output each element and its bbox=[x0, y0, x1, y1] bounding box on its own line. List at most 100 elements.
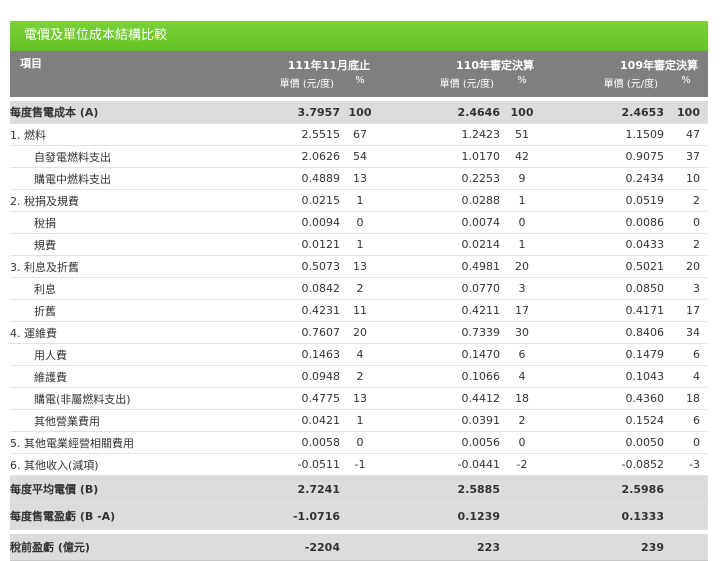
row-label: 3. 利息及折舊 bbox=[10, 255, 220, 278]
row-label: 用人費 bbox=[10, 343, 220, 366]
unit-price-cell: 0.9075 bbox=[544, 145, 664, 168]
percent-cell: 18 bbox=[664, 387, 708, 410]
percent-cell: 10 bbox=[664, 167, 708, 190]
percent-cell: 11 bbox=[340, 299, 380, 322]
row-label: 4. 運維費 bbox=[10, 321, 220, 344]
unit-price-cell: 0.4171 bbox=[544, 299, 664, 322]
unit-price-cell: 0.1066 bbox=[380, 365, 500, 388]
cost-comparison-table: 項目 111年11月底止 110年審定決算 109年審定決算 單價 (元/度) … bbox=[10, 51, 708, 561]
percent-cell: 4 bbox=[664, 365, 708, 388]
percent-cell: 54 bbox=[340, 145, 380, 168]
row-label: 每度售電成本 (A) bbox=[10, 101, 220, 124]
percent-cell: 4 bbox=[500, 365, 544, 388]
summary-row: 每度平均電價 (B) 2.7241 2.5885 2.5986 bbox=[10, 475, 708, 503]
summary-row: 稅前盈虧 (億元) -2204 223 239 bbox=[10, 534, 708, 561]
unit-price-cell: 2.5885 bbox=[380, 475, 500, 503]
row-label: 維護費 bbox=[10, 365, 220, 388]
unit-price-cell: 0.0948 bbox=[220, 365, 340, 388]
unit-price-cell: 0.1333 bbox=[544, 502, 664, 530]
percent-cell: 37 bbox=[664, 145, 708, 168]
percent-cell: 2 bbox=[500, 409, 544, 432]
row-label: 利息 bbox=[10, 277, 220, 300]
percent-cell: 30 bbox=[500, 321, 544, 344]
row-label: 自發電燃料支出 bbox=[10, 145, 220, 168]
percent-cell bbox=[340, 502, 380, 530]
unit-price-cell: 0.0433 bbox=[544, 233, 664, 256]
table-row: 購電中燃料支出 0.4889 13 0.2253 9 0.2434 10 bbox=[10, 167, 708, 190]
unit-price-cell: 0.0770 bbox=[380, 277, 500, 300]
percent-cell: 17 bbox=[500, 299, 544, 322]
unit-price-cell: 0.4231 bbox=[220, 299, 340, 322]
price-unit-header: 單價 (元/度) bbox=[544, 75, 664, 97]
unit-price-cell: 0.1470 bbox=[380, 343, 500, 366]
unit-price-cell: 0.2253 bbox=[380, 167, 500, 190]
percent-cell: 3 bbox=[664, 277, 708, 300]
unit-price-cell: 0.1043 bbox=[544, 365, 664, 388]
year-header-110: 110年審定決算 bbox=[380, 51, 544, 75]
unit-price-cell: 0.0850 bbox=[544, 277, 664, 300]
unit-price-cell: 0.0288 bbox=[380, 189, 500, 212]
table-row: 購電(非屬燃料支出) 0.4775 13 0.4412 18 0.4360 18 bbox=[10, 387, 708, 410]
unit-price-cell: 223 bbox=[380, 534, 500, 561]
percent-cell bbox=[500, 534, 544, 561]
unit-price-cell: 1.0170 bbox=[380, 145, 500, 168]
unit-price-cell: -2204 bbox=[220, 534, 340, 561]
unit-price-cell: 0.2434 bbox=[544, 167, 664, 190]
percent-cell: 1 bbox=[340, 409, 380, 432]
unit-price-cell: 0.0058 bbox=[220, 431, 340, 454]
row-label: 稅前盈虧 (億元) bbox=[10, 534, 220, 561]
percent-cell: 20 bbox=[664, 255, 708, 278]
unit-price-cell: -0.0511 bbox=[220, 453, 340, 476]
price-unit-header: 單價 (元/度) bbox=[380, 75, 500, 97]
percent-cell: 6 bbox=[664, 343, 708, 366]
unit-price-cell: 0.1239 bbox=[380, 502, 500, 530]
table-row: 4. 運維費 0.7607 20 0.7339 30 0.8406 34 bbox=[10, 321, 708, 344]
unit-price-cell: 0.0842 bbox=[220, 277, 340, 300]
unit-price-cell: 0.5021 bbox=[544, 255, 664, 278]
percent-cell: 0 bbox=[664, 211, 708, 234]
table-row: 2. 稅捐及規費 0.0215 1 0.0288 1 0.0519 2 bbox=[10, 189, 708, 212]
unit-price-cell: 2.5515 bbox=[220, 123, 340, 146]
percent-cell: 17 bbox=[664, 299, 708, 322]
percent-cell bbox=[340, 475, 380, 503]
unit-price-cell: 0.4889 bbox=[220, 167, 340, 190]
row-label: 購電(非屬燃料支出) bbox=[10, 387, 220, 410]
unit-price-cell: 0.7339 bbox=[380, 321, 500, 344]
percent-cell: 100 bbox=[664, 101, 708, 124]
row-label: 每度平均電價 (B) bbox=[10, 475, 220, 503]
pct-header: % bbox=[664, 75, 708, 97]
percent-cell: 2 bbox=[664, 189, 708, 212]
unit-price-cell: 1.2423 bbox=[380, 123, 500, 146]
unit-price-cell: 0.4981 bbox=[380, 255, 500, 278]
unit-price-cell: 0.0421 bbox=[220, 409, 340, 432]
percent-cell bbox=[500, 475, 544, 503]
unit-price-cell: 0.5073 bbox=[220, 255, 340, 278]
percent-cell: 20 bbox=[500, 255, 544, 278]
percent-cell bbox=[664, 475, 708, 503]
percent-cell: 9 bbox=[500, 167, 544, 190]
percent-cell: 2 bbox=[340, 277, 380, 300]
row-label: 1. 燃料 bbox=[10, 123, 220, 146]
percent-cell: 3 bbox=[500, 277, 544, 300]
percent-cell: 0 bbox=[664, 431, 708, 454]
percent-cell: 0 bbox=[340, 431, 380, 454]
table-row: 用人費 0.1463 4 0.1470 6 0.1479 6 bbox=[10, 343, 708, 366]
table-row: 利息 0.0842 2 0.0770 3 0.0850 3 bbox=[10, 277, 708, 300]
unit-price-cell: 0.8406 bbox=[544, 321, 664, 344]
unit-price-cell: 0.4211 bbox=[380, 299, 500, 322]
table-row: 維護費 0.0948 2 0.1066 4 0.1043 4 bbox=[10, 365, 708, 388]
percent-cell: 1 bbox=[340, 233, 380, 256]
percent-cell: 42 bbox=[500, 145, 544, 168]
percent-cell bbox=[664, 534, 708, 561]
unit-price-cell: 0.1463 bbox=[220, 343, 340, 366]
unit-price-cell: 1.1509 bbox=[544, 123, 664, 146]
item-header-blank bbox=[10, 75, 220, 97]
unit-price-cell: 0.4412 bbox=[380, 387, 500, 410]
row-label: 5. 其他電業經營相關費用 bbox=[10, 431, 220, 454]
unit-price-cell: 2.7241 bbox=[220, 475, 340, 503]
row-label: 2. 稅捐及規費 bbox=[10, 189, 220, 212]
percent-cell: 6 bbox=[664, 409, 708, 432]
percent-cell: 13 bbox=[340, 255, 380, 278]
unit-price-cell: 0.4360 bbox=[544, 387, 664, 410]
percent-cell bbox=[500, 502, 544, 530]
